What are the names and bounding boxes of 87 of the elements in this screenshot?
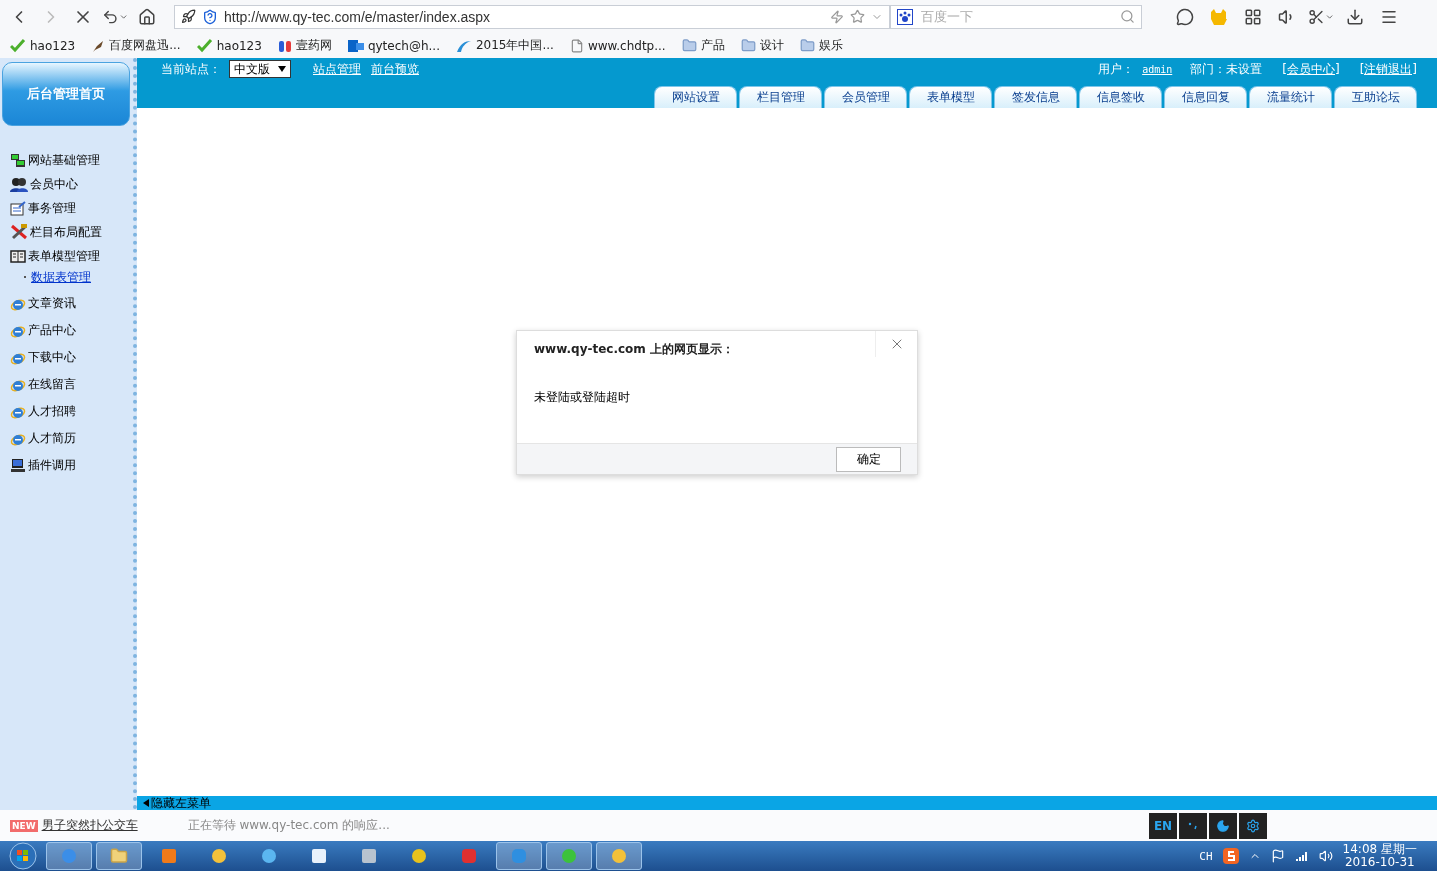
address-bar[interactable]: http://www.qy-tec.com/e/master/index.aspx [174,4,890,29]
folder-icon [110,847,128,865]
swoosh-icon [455,38,472,53]
sidebar-item[interactable]: 下载中心 [10,344,133,371]
sidebar-item[interactable]: 事务管理 [10,196,133,220]
page-icon [569,38,584,53]
input-method-indicator[interactable]: CH [1199,849,1213,863]
sidebar-item[interactable]: 栏目布局配置 [10,220,133,244]
hide-menu-link[interactable]: 隐藏左菜单 [143,796,211,810]
book-icon [10,249,26,263]
ime-moon-button[interactable] [1209,812,1237,839]
bookmark-item[interactable]: 产品 [681,37,725,54]
site-select[interactable]: 中文版 [229,60,291,78]
paw-icon [897,8,913,25]
nav-tab[interactable]: 互助论坛 [1334,86,1417,108]
bookmark-item[interactable]: 壹药网 [277,37,332,54]
new-badge: NEW [10,819,38,832]
dialog-title: www.qy-tec.com 上的网页显示： [534,341,736,357]
taskbar-button[interactable] [96,842,142,870]
sidebar-item[interactable]: 在线留言 [10,371,133,398]
user-label: 用户： [1098,60,1135,78]
url-text: http://www.qy-tec.com/e/master/index.aspx [224,8,492,25]
nav-tab[interactable]: 网站设置 [654,86,737,108]
sidebar-item[interactable]: 产品中心 [10,317,133,344]
bookmark-item[interactable]: 设计 [740,37,784,54]
signal-icon[interactable] [1294,850,1309,862]
bookmark-item[interactable]: hao123 [10,38,76,53]
bookmark-item[interactable]: qytech@h... [347,38,440,53]
checkmark-logo-icon [10,38,26,53]
punctuation-icon[interactable] [1188,821,1198,830]
ime-punctuation-button[interactable] [1179,812,1207,839]
tools-icon [10,224,28,240]
bookmark-item[interactable]: 娱乐 [799,37,843,54]
download-icon[interactable] [1346,7,1364,26]
input-method-icon[interactable] [1222,848,1239,864]
left-triangle-icon[interactable] [143,799,149,807]
nav-tab[interactable]: 信息签收 [1079,86,1162,108]
mail-icon [347,38,364,53]
grid-icon[interactable] [1244,7,1262,26]
news-link[interactable]: 男子突然扑公交车 [41,817,138,834]
folder-icon [681,38,697,53]
form-icon [10,200,26,216]
clock[interactable]: 14:08 星期一 2016-10-31 [1342,843,1417,869]
scissors-icon[interactable] [1308,7,1325,26]
sidebar-item[interactable]: 会员中心 [10,172,133,196]
shield-icon [202,8,218,25]
folder-icon [740,38,756,53]
folder-icon [799,38,815,53]
ok-button[interactable]: 确定 [836,446,901,472]
dropdown-arrow-icon[interactable] [278,66,286,72]
site-label: 当前站点： [161,60,221,78]
sidebar-item[interactable]: 文章资讯 [10,290,133,317]
checkmark-logo-icon [196,38,213,53]
lightning-icon [830,9,844,24]
nav-tab[interactable]: 会员管理 [824,86,907,108]
bookmark-item[interactable]: 2015年中国... [455,37,554,54]
nav-tab[interactable]: 表单模型 [909,86,992,108]
nav-tab[interactable]: 签发信息 [994,86,1077,108]
sidebar-item[interactable]: 人才简历 [10,425,133,452]
nav-tab[interactable]: 栏目管理 [739,86,822,108]
sidebar-item[interactable]: 表单模型管理 [10,244,133,268]
pill-icon [277,38,292,53]
ime-language-button[interactable]: EN [1149,812,1177,839]
computer-icon [10,458,26,473]
settings-icon[interactable] [1246,818,1260,833]
bookmark-item[interactable]: hao123 [196,38,262,53]
nav-tab[interactable]: 流量统计 [1249,86,1332,108]
rocket-icon [181,9,196,24]
department-text: 部门：未设置 [1190,60,1263,78]
sidebar-item[interactable]: 网站基础管理 [10,148,133,172]
network-computers-icon [10,152,26,168]
dialog-message: 未登陆或登陆超时 [534,389,631,405]
sidebar-subitem-link[interactable]: 数据表管理 [31,269,91,285]
home-icon[interactable] [138,7,156,26]
bookmark-item[interactable]: 百度网盘迅... [91,37,181,54]
bookmark-star-icon[interactable] [850,9,865,24]
volume-icon[interactable] [1318,849,1333,863]
sidebar-item[interactable]: 人才招聘 [10,398,133,425]
people-icon [10,176,28,192]
bookmark-item[interactable]: www.chdtp... [569,38,666,53]
search-icon[interactable] [1120,9,1135,24]
ime-settings-button[interactable] [1239,812,1267,839]
moon-icon[interactable] [1216,818,1230,833]
flag-icon[interactable] [1270,849,1285,863]
nav-tab[interactable]: 信息回复 [1164,86,1247,108]
loading-status: 正在等待 www.qy-tec.com 的响应... [187,817,391,834]
sidebar-item[interactable]: 插件调用 [10,452,133,479]
